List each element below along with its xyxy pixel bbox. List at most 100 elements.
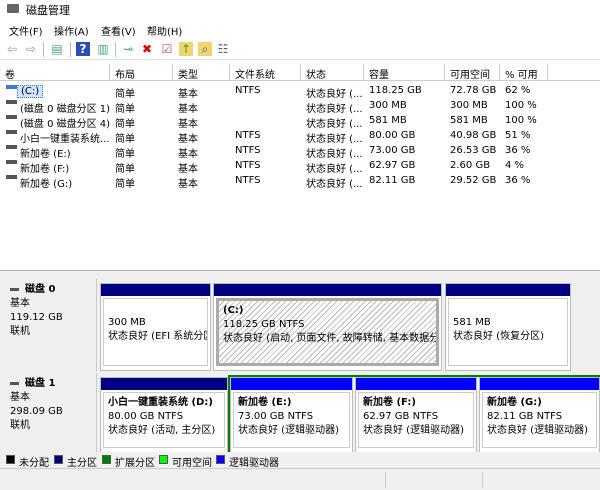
disk-name: 磁盘 1 bbox=[25, 378, 55, 389]
cell-filesystem: NTFS bbox=[235, 175, 261, 186]
cell-free: 300 MB bbox=[450, 100, 488, 111]
partition[interactable]: 新加卷 (F:)62.97 GB NTFS状态良好 (逻辑驱动器) bbox=[355, 377, 477, 453]
column-header-type[interactable]: 类型 bbox=[173, 64, 230, 81]
partition-status: 状态良好 (启动, 页面文件, 故障转储, 基本数据分区) bbox=[223, 332, 432, 346]
cell-free: 581 MB bbox=[450, 115, 488, 126]
cell-capacity: 581 MB bbox=[369, 115, 407, 126]
disk-type: 基本 bbox=[10, 297, 90, 311]
legend-swatch bbox=[6, 455, 15, 464]
cell-type: 基本 bbox=[178, 160, 198, 175]
disk-label[interactable]: 磁盘 0基本119.12 GB联机 bbox=[4, 279, 97, 371]
explore-icon[interactable]: ⌕ bbox=[198, 42, 212, 56]
partition-body: (C:)118.25 GB NTFS状态良好 (启动, 页面文件, 故障转储, … bbox=[216, 298, 439, 366]
legend-swatch bbox=[102, 455, 111, 464]
volume-row[interactable]: (C:)简单基本NTFS状态良好 (...118.25 GB72.78 GB62… bbox=[0, 84, 600, 99]
cell-type: 基本 bbox=[178, 175, 198, 190]
disk-label[interactable]: 磁盘 1基本298.09 GB联机 bbox=[4, 373, 97, 453]
volume-list: 卷 布局 类型 文件系统 状态 容量 可用空间 % 可用 (C:)简单基本NTF… bbox=[0, 64, 600, 268]
volume-row[interactable]: 新加卷 (F:)简单基本NTFS状态良好 (...62.97 GB2.60 GB… bbox=[0, 159, 600, 174]
partition-body: 新加卷 (F:)62.97 GB NTFS状态良好 (逻辑驱动器) bbox=[358, 392, 474, 448]
partition[interactable]: 小白一键重装系统 (D:)80.00 GB NTFS状态良好 (活动, 主分区) bbox=[100, 377, 228, 453]
volume-row[interactable]: (磁盘 0 磁盘分区 1)简单基本状态良好 (...300 MB300 MB10… bbox=[0, 99, 600, 114]
show-action-pane-icon[interactable]: ▥ bbox=[96, 42, 110, 56]
disk-icon bbox=[10, 288, 19, 291]
back-icon[interactable]: ⇦ bbox=[5, 42, 19, 56]
properties-icon[interactable]: ☑ bbox=[160, 42, 174, 56]
column-header-layout[interactable]: 布局 bbox=[110, 64, 173, 81]
cell-filesystem: NTFS bbox=[235, 145, 261, 156]
legend-label: 逻辑驱动器 bbox=[229, 454, 279, 469]
menu-file[interactable]: 文件(F) bbox=[9, 23, 43, 38]
drive-icon bbox=[6, 145, 17, 149]
column-header-empty bbox=[548, 64, 600, 81]
cell-percent: 62 % bbox=[505, 85, 530, 96]
cell-status: 状态良好 (... bbox=[306, 130, 363, 145]
cell-status: 状态良好 (... bbox=[306, 85, 363, 100]
partition-type-bar bbox=[101, 284, 210, 296]
cell-filesystem: NTFS bbox=[235, 160, 261, 171]
partition[interactable]: 300 MB状态良好 (EFI 系统分区) bbox=[100, 283, 211, 371]
forward-icon[interactable]: ⇨ bbox=[24, 42, 38, 56]
partition[interactable]: 新加卷 (G:)82.11 GB NTFS状态良好 (逻辑驱动器) bbox=[479, 377, 600, 453]
help-icon[interactable]: ? bbox=[76, 42, 90, 56]
column-header-capacity[interactable]: 容量 bbox=[364, 64, 445, 81]
column-header-percent-free[interactable]: % 可用 bbox=[500, 64, 548, 81]
volume-row[interactable]: (磁盘 0 磁盘分区 4)简单基本状态良好 (...581 MB581 MB10… bbox=[0, 114, 600, 129]
cell-capacity: 73.00 GB bbox=[369, 145, 415, 156]
cell-capacity: 80.00 GB bbox=[369, 130, 415, 141]
partition-title bbox=[453, 302, 563, 316]
cell-volume: 新加卷 (E:) bbox=[20, 145, 71, 160]
disk-state: 联机 bbox=[10, 325, 90, 339]
column-header-filesystem[interactable]: 文件系统 bbox=[230, 64, 301, 81]
window-title: 磁盘管理 bbox=[26, 2, 70, 18]
partition[interactable]: 新加卷 (E:)73.00 GB NTFS状态良好 (逻辑驱动器) bbox=[230, 377, 353, 453]
cell-layout: 简单 bbox=[115, 115, 135, 130]
partition-status: 状态良好 (活动, 主分区) bbox=[108, 424, 220, 438]
menu-action[interactable]: 操作(A) bbox=[54, 23, 89, 38]
disk-type: 基本 bbox=[10, 391, 90, 405]
cell-filesystem: NTFS bbox=[235, 85, 261, 96]
cell-layout: 简单 bbox=[115, 100, 135, 115]
cell-status: 状态良好 (... bbox=[306, 115, 363, 130]
volume-row[interactable]: 新加卷 (G:)简单基本NTFS状态良好 (...82.11 GB29.52 G… bbox=[0, 174, 600, 189]
drive-icon bbox=[6, 85, 17, 89]
cell-type: 基本 bbox=[178, 130, 198, 145]
partition-title: 新加卷 (E:) bbox=[238, 396, 345, 410]
menu-view[interactable]: 查看(V) bbox=[101, 23, 136, 38]
cell-percent: 4 % bbox=[505, 160, 524, 171]
separator bbox=[43, 42, 44, 57]
partition-status: 状态良好 (EFI 系统分区) bbox=[108, 330, 203, 344]
cell-status: 状态良好 (... bbox=[306, 145, 363, 160]
menu-help[interactable]: 帮助(H) bbox=[147, 23, 182, 38]
cell-free: 72.78 GB bbox=[450, 85, 496, 96]
cell-volume: (C:) bbox=[17, 85, 43, 98]
volume-row[interactable]: 小白一键重装系统...简单基本NTFS状态良好 (...80.00 GB40.9… bbox=[0, 129, 600, 144]
settings-list-icon[interactable]: ☷ bbox=[216, 42, 230, 56]
cell-layout: 简单 bbox=[115, 175, 135, 190]
cell-capacity: 118.25 GB bbox=[369, 85, 422, 96]
delete-icon[interactable]: ✖ bbox=[140, 42, 154, 56]
cell-free: 29.52 GB bbox=[450, 175, 496, 186]
partition-size: 82.11 GB NTFS bbox=[487, 410, 592, 424]
partition[interactable]: 581 MB状态良好 (恢复分区) bbox=[445, 283, 571, 371]
cell-filesystem: NTFS bbox=[235, 130, 261, 141]
disk-name: 磁盘 0 bbox=[25, 284, 55, 295]
column-header-free-space[interactable]: 可用空间 bbox=[445, 64, 500, 81]
column-header-status[interactable]: 状态 bbox=[301, 64, 364, 81]
cell-free: 2.60 GB bbox=[450, 160, 490, 171]
volume-row[interactable]: 新加卷 (E:)简单基本NTFS状态良好 (...73.00 GB26.53 G… bbox=[0, 144, 600, 159]
partition-status: 状态良好 (恢复分区) bbox=[453, 330, 563, 344]
show-hide-console-tree-icon[interactable]: ▤ bbox=[50, 42, 64, 56]
drive-icon bbox=[6, 175, 17, 179]
partition-status: 状态良好 (逻辑驱动器) bbox=[487, 424, 592, 438]
partition-body: 581 MB状态良好 (恢复分区) bbox=[448, 298, 568, 366]
partition-type-bar bbox=[231, 378, 352, 390]
legend: 未分配主分区扩展分区可用空间逻辑驱动器 bbox=[0, 452, 600, 468]
connect-disk-icon[interactable]: ⊸ bbox=[121, 42, 135, 56]
cell-volume: 新加卷 (G:) bbox=[20, 175, 72, 190]
column-header-volume[interactable]: 卷 bbox=[0, 64, 110, 81]
cell-layout: 简单 bbox=[115, 130, 135, 145]
open-folder-icon[interactable]: ↑ bbox=[179, 42, 193, 56]
disk-icon bbox=[10, 382, 19, 385]
partition[interactable]: (C:)118.25 GB NTFS状态良好 (启动, 页面文件, 故障转储, … bbox=[213, 283, 442, 371]
